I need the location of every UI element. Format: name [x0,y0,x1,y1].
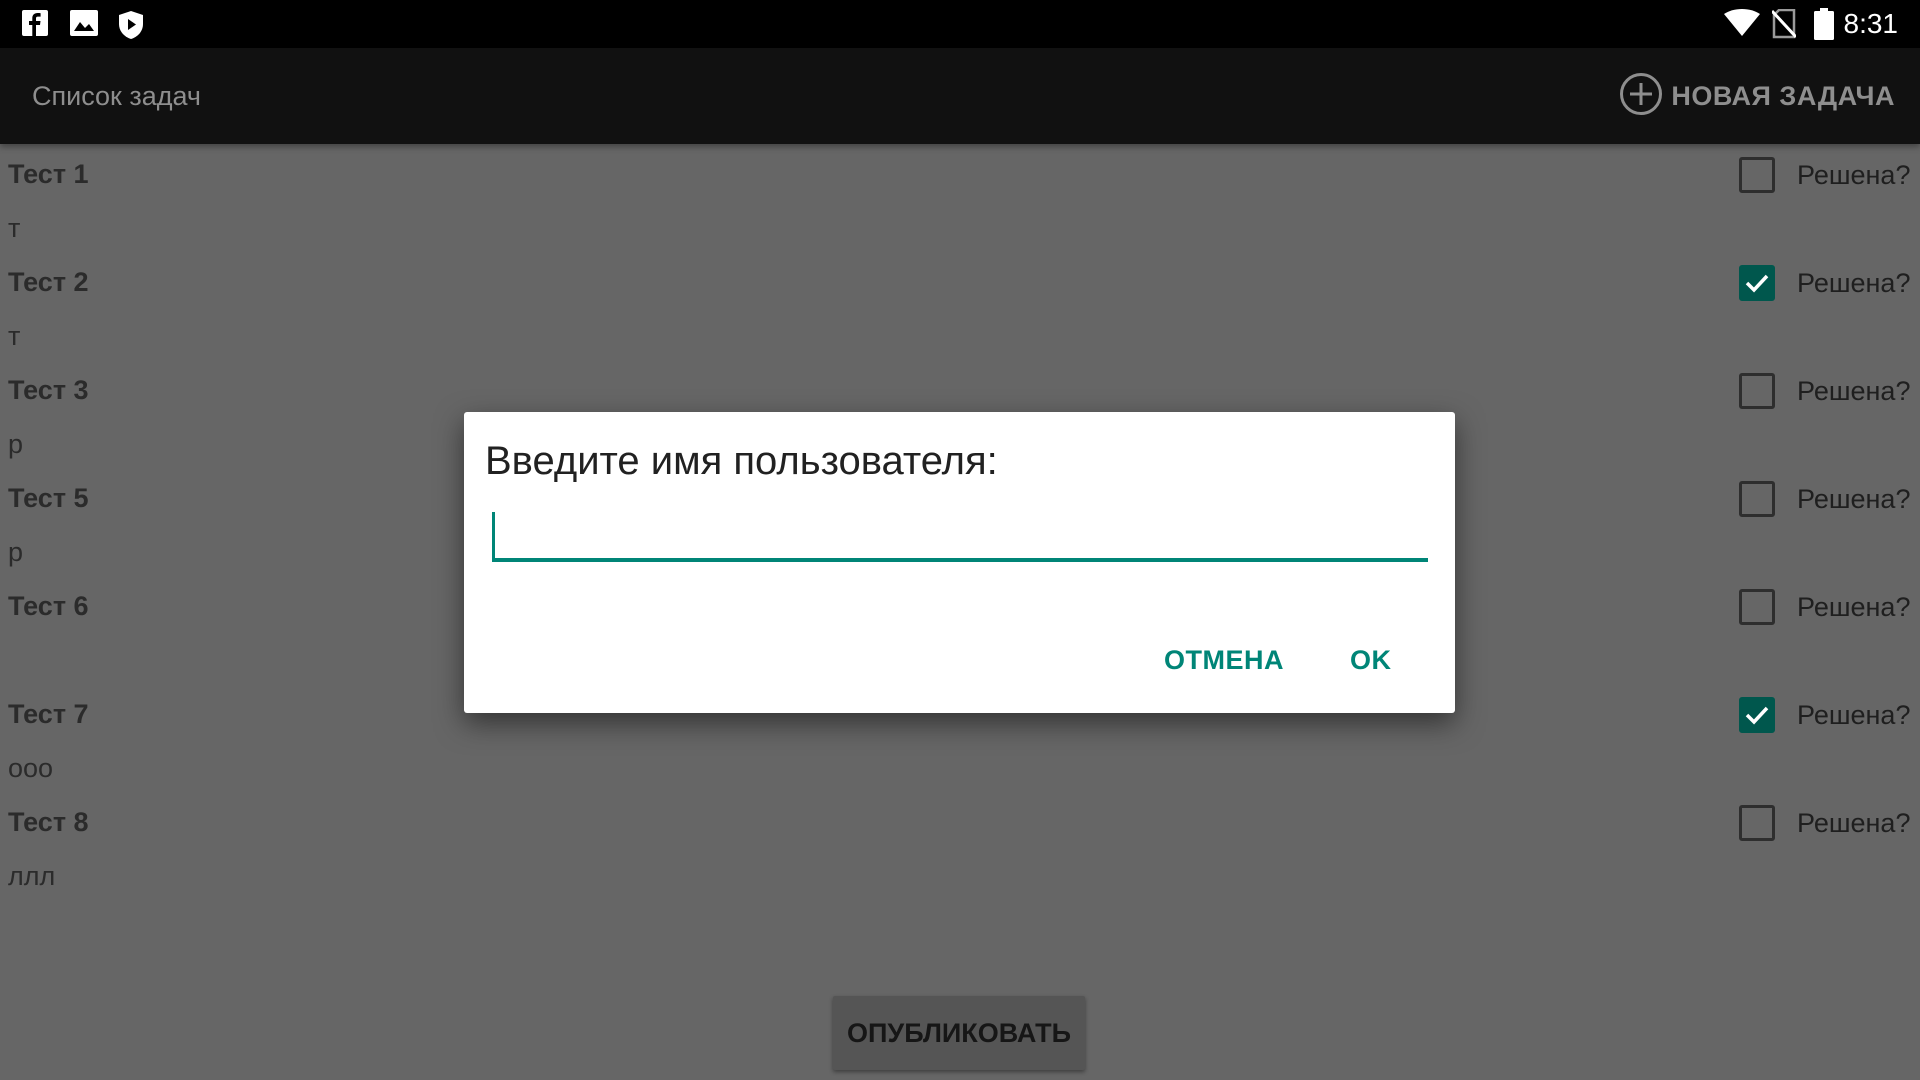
solved-label[interactable]: Решена? [1797,157,1910,193]
task-description: т [8,213,21,243]
solved-checkbox[interactable] [1739,373,1775,409]
task-description: р [8,429,24,459]
screen: 8:31 Список задач НОВАЯ ЗАДАЧА Тест 1 т … [0,0,1920,1080]
solved-checkbox[interactable] [1739,589,1775,625]
username-dialog: Введите имя пользователя: ОТМЕНА OK [464,412,1455,713]
add-circle-icon [1619,72,1663,121]
no-sim-icon [1770,8,1798,44]
task-title: Тест 3 [8,375,89,405]
image-icon [70,10,98,41]
solved-label[interactable]: Решена? [1797,481,1910,517]
solved-label[interactable]: Решена? [1797,373,1910,409]
solved-checkbox[interactable] [1739,805,1775,841]
task-title: Тест 5 [8,483,89,513]
username-input[interactable] [492,508,1428,562]
publish-button[interactable]: ОПУБЛИКОВАТЬ [833,996,1085,1070]
task-description: ооо [8,753,54,783]
list-item: Тест 1 т Решена? [0,144,1920,252]
new-task-label: НОВАЯ ЗАДАЧА [1671,80,1895,111]
solved-checkbox[interactable] [1739,481,1775,517]
task-title: Тест 7 [8,699,89,729]
list-item: Тест 2 т Решена? [0,252,1920,360]
solved-label[interactable]: Решена? [1797,589,1910,625]
shield-play-icon [118,10,144,45]
task-title: Тест 8 [8,807,89,837]
dialog-title: Введите имя пользователя: [485,439,998,483]
solved-label[interactable]: Решена? [1797,805,1910,841]
facebook-icon [22,10,48,41]
text-cursor [492,512,495,558]
page-title: Список задач [32,81,201,111]
ok-button[interactable]: OK [1350,638,1392,682]
solved-checkbox[interactable] [1739,157,1775,193]
status-bar: 8:31 [0,0,1920,48]
app-bar: Список задач НОВАЯ ЗАДАЧА [0,48,1920,144]
solved-checkbox[interactable] [1739,697,1775,733]
task-title: Тест 6 [8,591,89,621]
cancel-button[interactable]: ОТМЕНА [1164,638,1284,682]
solved-label[interactable]: Решена? [1797,697,1910,733]
status-time: 8:31 [1843,8,1899,39]
task-title: Тест 1 [8,159,89,189]
task-description: р [8,537,24,567]
solved-checkbox[interactable] [1739,265,1775,301]
new-task-button[interactable]: НОВАЯ ЗАДАЧА [1619,48,1895,144]
list-item: Тест 8 ллл Решена? [0,792,1920,900]
wifi-icon [1724,9,1760,42]
task-description: ллл [8,861,56,891]
task-title: Тест 2 [8,267,89,297]
battery-icon [1814,8,1834,45]
task-description: т [8,321,21,351]
solved-label[interactable]: Решена? [1797,265,1910,301]
